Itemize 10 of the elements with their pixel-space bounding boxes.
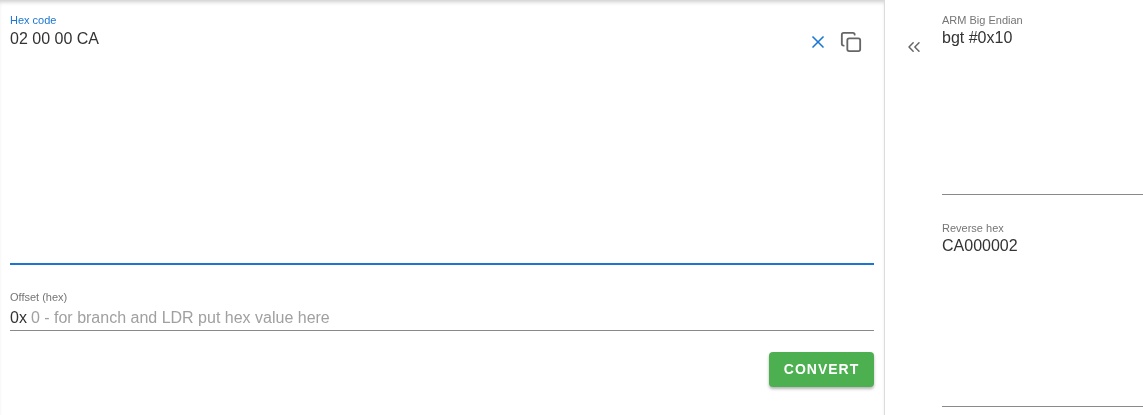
field-label: ARM Big Endian	[942, 13, 1023, 27]
offset-field[interactable]: 0 - for branch and LDR put hex value here	[30, 306, 874, 330]
output-field[interactable]: bgt #0x10	[942, 27, 1143, 194]
output-field[interactable]: CA000002	[942, 235, 1143, 406]
field-label: Offset (hex)	[10, 290, 68, 304]
field-label: Hex code	[10, 13, 57, 27]
copy-icon[interactable]	[838, 29, 864, 55]
prefix-text: 0x	[10, 308, 27, 328]
hex-code-field[interactable]: 02 00 00 CA	[10, 27, 874, 265]
field-label: Reverse hex	[942, 221, 1004, 235]
